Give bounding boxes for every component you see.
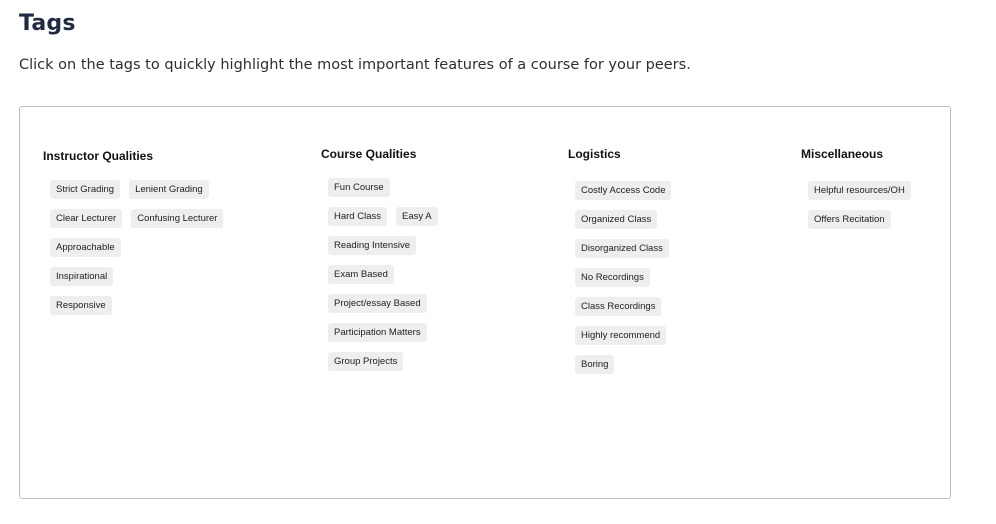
- group-title-logistics: Logistics: [568, 147, 621, 161]
- group-logistics: Logistics Costly Access Code Organized C…: [568, 147, 672, 384]
- tag-group-projects[interactable]: Group Projects: [328, 352, 404, 371]
- group-course-qualities: Course Qualities Fun Course Hard Class E…: [321, 147, 438, 381]
- tag-row: Class Recordings: [568, 297, 671, 316]
- page-title: Tags: [19, 11, 76, 36]
- tag-row: Costly Access Code: [568, 181, 672, 200]
- tag-fun-course[interactable]: Fun Course: [328, 178, 390, 197]
- tag-row: Helpful resources/OH: [801, 181, 911, 200]
- tag-organized-class[interactable]: Organized Class: [575, 210, 658, 229]
- tag-class-recordings[interactable]: Class Recordings: [575, 297, 662, 316]
- tag-no-recordings[interactable]: No Recordings: [575, 268, 650, 287]
- tag-helpful-resources-oh[interactable]: Helpful resources/OH: [808, 181, 911, 200]
- tag-row: Fun Course: [321, 178, 438, 197]
- tag-easy-a[interactable]: Easy A: [396, 207, 438, 226]
- tag-confusing-lecturer[interactable]: Confusing Lecturer: [131, 209, 224, 228]
- tag-row: No Recordings: [568, 268, 671, 287]
- tag-reading-intensive[interactable]: Reading Intensive: [328, 236, 417, 255]
- tag-offers-recitation[interactable]: Offers Recitation: [808, 210, 891, 229]
- tag-boring[interactable]: Boring: [575, 355, 615, 374]
- tag-row: Strict Grading Lenient Grading: [43, 180, 223, 199]
- tag-row: Participation Matters: [321, 323, 438, 342]
- tag-row: Inspirational: [43, 267, 223, 286]
- tag-row: Responsive: [43, 296, 223, 315]
- tag-project-essay-based[interactable]: Project/essay Based: [328, 294, 427, 313]
- group-title-instructor: Instructor Qualities: [43, 149, 154, 163]
- tag-lenient-grading[interactable]: Lenient Grading: [129, 180, 209, 199]
- tag-row: Project/essay Based: [321, 294, 438, 313]
- tag-row: Exam Based: [321, 265, 438, 284]
- tag-exam-based[interactable]: Exam Based: [328, 265, 394, 284]
- tag-inspirational[interactable]: Inspirational: [50, 267, 114, 286]
- tag-responsive[interactable]: Responsive: [50, 296, 112, 315]
- tags-panel: Instructor Qualities Strict Grading Leni…: [19, 106, 951, 499]
- group-instructor-qualities: Instructor Qualities Strict Grading Leni…: [43, 149, 224, 325]
- tag-highly-recommend[interactable]: Highly recommend: [575, 326, 667, 345]
- tag-row: Disorganized Class: [568, 239, 671, 258]
- tag-clear-lecturer[interactable]: Clear Lecturer: [50, 209, 123, 228]
- tag-row: Clear Lecturer Confusing Lecturer: [43, 209, 224, 228]
- tag-costly-access-code[interactable]: Costly Access Code: [575, 181, 672, 200]
- tag-row: Offers Recitation: [801, 210, 911, 229]
- tag-row: Approachable: [43, 238, 223, 257]
- tag-approachable[interactable]: Approachable: [50, 238, 121, 257]
- page-subtitle: Click on the tags to quickly highlight t…: [19, 57, 691, 73]
- tag-hard-class[interactable]: Hard Class: [328, 207, 387, 226]
- group-title-misc: Miscellaneous: [801, 147, 884, 161]
- tag-strict-grading[interactable]: Strict Grading: [50, 180, 121, 199]
- tag-row: Group Projects: [321, 352, 438, 371]
- tag-participation-matters[interactable]: Participation Matters: [328, 323, 427, 342]
- group-title-course: Course Qualities: [321, 147, 417, 161]
- tag-row: Hard Class Easy A: [321, 207, 438, 226]
- tag-row: Highly recommend: [568, 326, 671, 345]
- tag-row: Boring: [568, 355, 671, 374]
- tag-disorganized-class[interactable]: Disorganized Class: [575, 239, 669, 258]
- group-miscellaneous: Miscellaneous Helpful resources/OH Offer…: [801, 147, 911, 239]
- tag-row: Reading Intensive: [321, 236, 438, 255]
- tag-row: Organized Class: [568, 210, 671, 229]
